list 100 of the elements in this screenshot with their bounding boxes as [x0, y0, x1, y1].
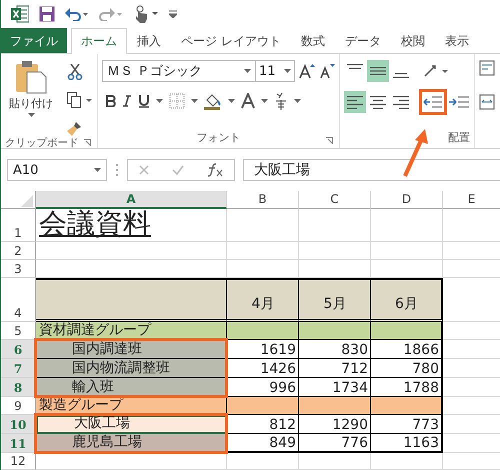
- caret-icon[interactable]: [156, 99, 163, 103]
- align-left-button[interactable]: [344, 91, 366, 113]
- dialog-launcher-icon[interactable]: [84, 139, 91, 146]
- table-cell[interactable]: [227, 322, 299, 340]
- bold-icon[interactable]: [106, 95, 116, 107]
- table-cell[interactable]: 1619: [227, 340, 299, 359]
- table-cell[interactable]: [371, 397, 443, 415]
- font-color-icon[interactable]: [241, 93, 255, 109]
- table-cell[interactable]: 780: [371, 359, 443, 378]
- empty-cell[interactable]: [371, 209, 443, 242]
- caret-icon[interactable]: [94, 168, 101, 172]
- scissors-icon[interactable]: [67, 64, 83, 80]
- touch-hand-icon[interactable]: [133, 5, 159, 23]
- decrease-indent-button[interactable]: [419, 89, 447, 115]
- table-cell[interactable]: 1163: [371, 434, 443, 453]
- increase-indent-icon[interactable]: [448, 95, 470, 109]
- caret-icon[interactable]: [228, 99, 235, 103]
- row-header[interactable]: 12: [1, 453, 36, 470]
- column-header[interactable]: A: [36, 191, 227, 209]
- caret-icon[interactable]: [261, 99, 268, 103]
- row-header[interactable]: 3: [1, 260, 36, 278]
- row-header[interactable]: 2: [1, 242, 36, 260]
- ribbon-tab[interactable]: 数式: [290, 28, 335, 53]
- table-cell[interactable]: [299, 397, 371, 415]
- table-cell[interactable]: 5月: [299, 278, 371, 322]
- copy-icon[interactable]: [67, 92, 93, 108]
- ribbon-tab[interactable]: データ: [334, 28, 391, 53]
- table-cell[interactable]: 812: [227, 415, 299, 434]
- save-icon[interactable]: [39, 6, 55, 22]
- empty-cell[interactable]: [299, 242, 371, 260]
- undo-icon[interactable]: [65, 7, 89, 21]
- row-header[interactable]: 10: [1, 415, 36, 434]
- column-header[interactable]: D: [371, 191, 443, 209]
- row-header[interactable]: 8: [1, 378, 36, 397]
- name-box[interactable]: A10: [7, 159, 107, 181]
- table-cell[interactable]: 830: [299, 340, 371, 359]
- phonetic-guide-icon[interactable]: [274, 92, 288, 110]
- table-cell[interactable]: 6月: [371, 278, 443, 322]
- table-cell[interactable]: 776: [299, 434, 371, 453]
- table-cell[interactable]: [371, 322, 443, 340]
- grow-font-icon[interactable]: [299, 63, 315, 79]
- empty-cell[interactable]: [299, 209, 371, 242]
- ribbon-tab[interactable]: ページ レイアウト: [171, 28, 291, 53]
- merge-cells-icon[interactable]: [479, 94, 497, 110]
- column-header[interactable]: C: [299, 191, 371, 209]
- dialog-launcher-icon[interactable]: [326, 137, 333, 144]
- ribbon-tab[interactable]: 校閲: [390, 28, 435, 53]
- empty-cell[interactable]: [227, 242, 299, 260]
- fill-bucket-icon[interactable]: [204, 92, 222, 110]
- table-cell[interactable]: 712: [299, 359, 371, 378]
- caret-icon[interactable]: [191, 99, 198, 103]
- file-tab[interactable]: ファイル: [1, 28, 67, 53]
- table-cell[interactable]: 996: [227, 378, 299, 397]
- empty-cell[interactable]: [371, 453, 443, 470]
- customize-menu-icon[interactable]: [169, 10, 177, 18]
- formula-input[interactable]: 大阪工場: [243, 159, 500, 181]
- table-cell[interactable]: 1788: [371, 378, 443, 397]
- borders-icon[interactable]: [169, 93, 185, 109]
- table-cell[interactable]: [227, 397, 299, 415]
- caret-icon[interactable]: [294, 99, 301, 103]
- table-cell[interactable]: 1866: [371, 340, 443, 359]
- row-header[interactable]: 11: [1, 434, 36, 453]
- wrap-text-icon[interactable]: [479, 60, 497, 76]
- empty-cell[interactable]: [36, 242, 227, 260]
- caret-icon[interactable]: [284, 69, 291, 73]
- underline-icon[interactable]: [138, 94, 150, 108]
- row-header[interactable]: 6: [1, 340, 36, 359]
- font-size-dropdown[interactable]: 11: [255, 60, 295, 82]
- table-cell[interactable]: 会議資料: [36, 209, 227, 242]
- table-cell[interactable]: [36, 278, 227, 322]
- table-cell[interactable]: 1734: [299, 378, 371, 397]
- table-cell[interactable]: 国内調達班: [36, 340, 227, 359]
- column-header[interactable]: E: [443, 191, 500, 209]
- caret-icon[interactable]: [28, 113, 34, 117]
- font-name-dropdown[interactable]: ＭＳ Ｐゴシック: [102, 60, 256, 82]
- insert-function-icon[interactable]: [206, 163, 223, 177]
- row-header[interactable]: 7: [1, 359, 36, 378]
- table-cell[interactable]: 1290: [299, 415, 371, 434]
- table-cell[interactable]: 4月: [227, 278, 299, 322]
- align-middle-button[interactable]: [367, 60, 389, 82]
- empty-cell[interactable]: [227, 453, 299, 470]
- table-cell[interactable]: 773: [371, 415, 443, 434]
- column-header[interactable]: B: [227, 191, 299, 209]
- italic-icon[interactable]: [122, 95, 132, 107]
- table-cell[interactable]: 国内物流調整班: [36, 359, 227, 378]
- paintbrush-icon[interactable]: [67, 120, 83, 136]
- empty-cell[interactable]: [227, 209, 299, 242]
- enter-check-icon[interactable]: [172, 165, 184, 175]
- table-cell[interactable]: 849: [227, 434, 299, 453]
- table-cell[interactable]: 1426: [227, 359, 299, 378]
- ribbon-tab[interactable]: ホーム: [71, 28, 127, 54]
- shrink-font-icon[interactable]: [319, 63, 335, 79]
- row-header[interactable]: 1: [1, 209, 36, 242]
- table-cell[interactable]: [299, 322, 371, 340]
- empty-cell[interactable]: [36, 453, 227, 470]
- ribbon-tab[interactable]: 表示: [434, 28, 479, 53]
- ribbon-tab[interactable]: 挿入: [127, 28, 171, 53]
- table-cell[interactable]: 大阪工場: [36, 415, 227, 434]
- empty-cell[interactable]: [371, 242, 443, 260]
- paste-button[interactable]: 貼り付け: [5, 60, 57, 136]
